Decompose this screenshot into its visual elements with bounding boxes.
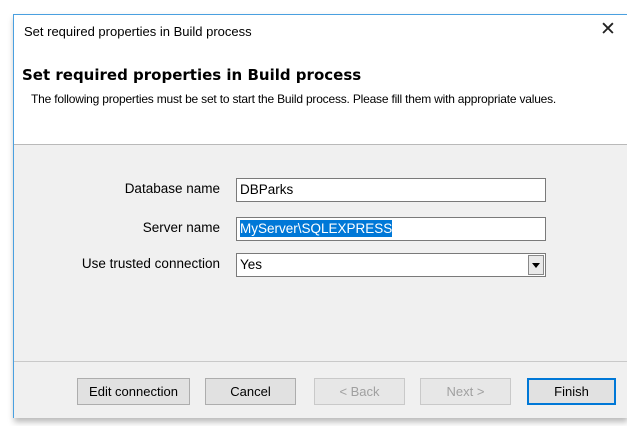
server-name-label: Server name — [142, 220, 220, 235]
server-name-field[interactable]: MyServer\SQLEXPRESS — [236, 217, 546, 241]
server-name-value: MyServer\SQLEXPRESS — [240, 220, 393, 237]
next-button: Next > — [420, 378, 511, 405]
edit-connection-button[interactable]: Edit connection — [77, 378, 190, 405]
finish-button[interactable]: Finish — [527, 378, 616, 405]
window-title: Set required properties in Build process — [24, 24, 252, 39]
dialog-window: Set required properties in Build process… — [13, 14, 627, 418]
cancel-button[interactable]: Cancel — [205, 378, 296, 405]
database-name-field[interactable]: DBParks — [236, 178, 546, 202]
trusted-connection-value: Yes — [240, 257, 263, 272]
close-icon: ✕ — [600, 18, 616, 40]
chevron-down-icon — [532, 262, 540, 268]
close-button[interactable]: ✕ — [597, 18, 619, 40]
properties-panel: Database name DBParks Server name MyServ… — [14, 144, 627, 375]
dropdown-button[interactable] — [528, 255, 544, 275]
page-description: The following properties must be set to … — [31, 92, 557, 106]
trusted-connection-label: Use trusted connection — [81, 256, 220, 271]
page-title: Set required properties in Build process — [22, 66, 362, 84]
trusted-connection-select[interactable]: Yes — [236, 253, 546, 277]
database-name-label: Database name — [124, 181, 220, 196]
database-name-value: DBParks — [240, 182, 294, 197]
back-button: < Back — [314, 378, 405, 405]
